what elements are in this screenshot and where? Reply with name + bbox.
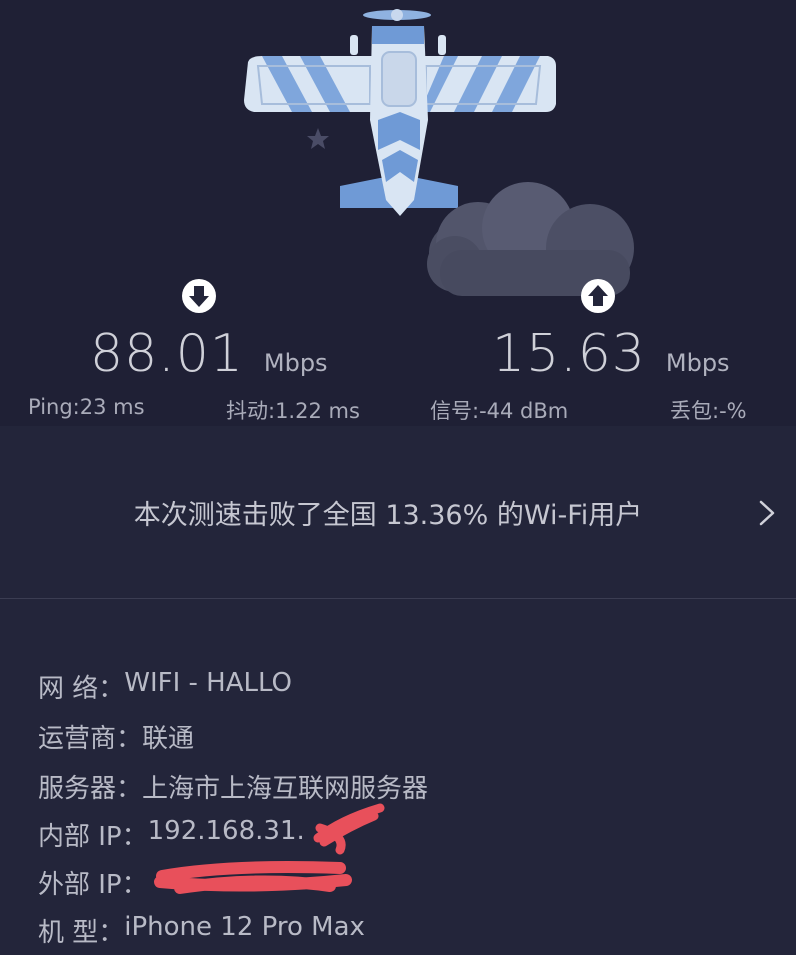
upload-speed-unit: Mbps (665, 349, 730, 377)
carrier-row: 运营商： 联通 (38, 718, 194, 755)
redaction-scribble (154, 861, 352, 894)
carrier-value: 联通 (142, 724, 195, 754)
internal-ip-row: 内部 IP： 192.168.31. (38, 816, 305, 853)
network-label: 网 络： (38, 674, 125, 704)
download-arrow-icon (181, 278, 217, 314)
ranking-banner-text: 本次测速击败了全国 13.36% 的Wi-Fi用户 (133, 499, 643, 531)
internal-ip-label: 内部 IP： (38, 822, 148, 852)
airplane-cloud-illustration (244, 9, 634, 296)
chevron-right-icon[interactable] (758, 499, 776, 527)
upload-speed: 15.63 Mbps (492, 324, 730, 384)
packet-loss-metric: 丢包:-% (670, 399, 747, 423)
internal-ip-value: 192.168.31. (147, 816, 305, 846)
ranking-banner[interactable]: 本次测速击败了全国 13.36% 的Wi-Fi用户 (0, 426, 796, 599)
external-ip-row: 外部 IP： (38, 864, 148, 901)
download-speed: 88.01 Mbps (90, 324, 328, 384)
network-row: 网 络： WIFI - HALLO (38, 668, 292, 705)
model-value: iPhone 12 Pro Max (124, 912, 365, 942)
ping-metric: Ping:23 ms (28, 395, 145, 419)
external-ip-label: 外部 IP： (38, 870, 148, 900)
network-value: WIFI - HALLO (124, 668, 293, 698)
speed-test-result-page: 88.01 Mbps 15.63 Mbps Ping:23 ms 抖动:1.22… (0, 0, 796, 955)
carrier-label: 运营商： (38, 724, 143, 754)
model-row: 机 型： iPhone 12 Pro Max (38, 912, 365, 949)
result-hero: 88.01 Mbps 15.63 Mbps Ping:23 ms 抖动:1.22… (0, 0, 796, 426)
server-label: 服务器： (38, 774, 143, 804)
model-label: 机 型： (38, 918, 125, 948)
star-icon (307, 128, 329, 149)
signal-metric: 信号:-44 dBm (430, 399, 569, 423)
upload-arrow-icon (580, 278, 616, 314)
jitter-metric: 抖动:1.22 ms (226, 399, 360, 423)
upload-speed-value: 15.63 (492, 324, 646, 384)
download-speed-unit: Mbps (263, 349, 328, 377)
download-speed-value: 88.01 (90, 324, 244, 384)
